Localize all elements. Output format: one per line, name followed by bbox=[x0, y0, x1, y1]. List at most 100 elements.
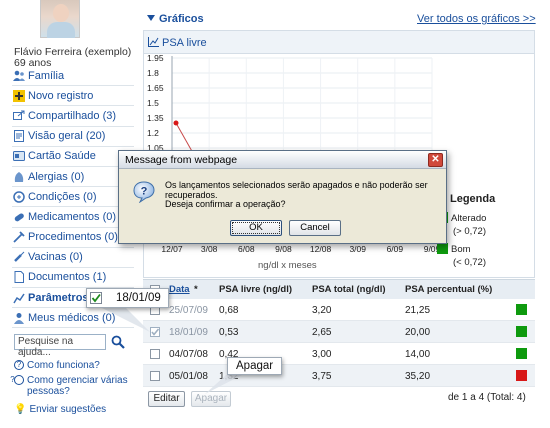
row-checkbox[interactable] bbox=[150, 349, 160, 359]
callout-delete: Apagar bbox=[227, 357, 282, 375]
row-psa-percent: 14,00 bbox=[405, 349, 431, 360]
confirm-dialog: Message from webpage ✕ ? Os lançamentos … bbox=[118, 150, 447, 244]
row-psa-total: 3,20 bbox=[312, 305, 332, 316]
chart-x-axis-label: ng/dl x meses bbox=[258, 260, 317, 271]
help-link-how-it-works[interactable]: ? Como funciona? bbox=[14, 360, 134, 371]
sidebar-item-procedimentos[interactable]: Procedimentos (0) bbox=[12, 228, 134, 248]
row-psa-free: 0,53 bbox=[219, 327, 239, 338]
sidebar-item-medicamentos[interactable]: Medicamentos (0) bbox=[12, 207, 134, 228]
row-psa-total: 3,00 bbox=[312, 349, 332, 360]
parameters-icon bbox=[12, 292, 25, 304]
user-avatar bbox=[40, 0, 80, 38]
sidebar-item-visao-geral[interactable]: Visão geral (20) bbox=[12, 127, 134, 147]
sidebar-item-label: Cartão Saúde bbox=[28, 150, 96, 163]
help-search-input[interactable]: Pesquise na ajuda... bbox=[14, 334, 106, 358]
help-link-manage-people[interactable]: ? Como gerenciar várias pessoas? bbox=[10, 375, 134, 397]
sidebar-item-vacinas[interactable]: Vacinas (0) bbox=[12, 248, 134, 268]
sidebar-item-label: Documentos (1) bbox=[28, 271, 107, 284]
sidebar-item-label: Família bbox=[28, 69, 65, 82]
sidebar: Flávio Ferreira (exemplo) 69 anos Famíli… bbox=[0, 0, 137, 428]
chart-icon bbox=[148, 37, 159, 47]
vaccine-icon bbox=[12, 251, 25, 263]
sidebar-item-alergias[interactable]: Alergias (0) bbox=[12, 167, 134, 188]
dialog-titlebar: Message from webpage ✕ bbox=[119, 151, 446, 169]
row-psa-free: 0,68 bbox=[219, 305, 239, 316]
family-icon bbox=[12, 70, 25, 82]
dialog-question: Deseja confirmar a operação? bbox=[165, 199, 286, 209]
ok-button[interactable]: OK bbox=[230, 220, 282, 236]
sidebar-item-condicoes[interactable]: Condições (0) bbox=[12, 187, 134, 208]
row-status-indicator bbox=[516, 348, 527, 359]
column-header-date[interactable]: Data bbox=[169, 284, 190, 295]
legend-range-altered: (> 0,72) bbox=[453, 226, 487, 237]
checkbox-checked-icon bbox=[90, 292, 102, 304]
svg-text:?: ? bbox=[141, 186, 148, 198]
row-psa-percent: 35,20 bbox=[405, 371, 431, 382]
row-psa-total: 3,75 bbox=[312, 371, 332, 382]
overview-icon bbox=[12, 130, 25, 143]
lightbulb-icon: 💡 bbox=[14, 404, 27, 415]
checkmark-icon bbox=[151, 328, 160, 336]
row-status-indicator bbox=[516, 304, 527, 315]
legend-label-altered: Alterado bbox=[451, 213, 487, 224]
column-header-psa-free: PSA livre (ng/dl) bbox=[219, 284, 293, 295]
sidebar-item-meus-medicos[interactable]: Meus médicos (0) bbox=[12, 308, 134, 329]
delete-button[interactable]: Apagar bbox=[191, 391, 231, 407]
see-all-charts-link[interactable]: Ver todos os gráficos >> bbox=[417, 13, 536, 25]
row-date: 18/01/09 bbox=[169, 327, 208, 338]
sidebar-item-compartilhado[interactable]: Compartilhado (3) bbox=[12, 106, 134, 127]
question-icon: ? bbox=[14, 360, 24, 370]
section-title-charts[interactable]: Gráficos bbox=[147, 13, 204, 25]
callout-date-label: 18/01/09 bbox=[116, 292, 161, 304]
help-link-label: Como funciona? bbox=[27, 360, 100, 371]
row-psa-percent: 21,25 bbox=[405, 305, 431, 316]
chart-title: PSA livre bbox=[162, 37, 207, 49]
document-icon bbox=[12, 271, 25, 284]
avatar-face bbox=[53, 4, 69, 22]
help-link-label: Como gerenciar várias pessoas? bbox=[27, 375, 128, 397]
legend-swatch-good bbox=[437, 243, 448, 254]
send-suggestions-label: Enviar sugestões bbox=[29, 404, 107, 415]
edit-button[interactable]: Editar bbox=[148, 391, 185, 407]
legend-range-good: (< 0,72) bbox=[453, 257, 487, 268]
dialog-title: Message from webpage bbox=[125, 154, 238, 166]
sidebar-item-label: Medicamentos (0) bbox=[28, 210, 117, 223]
card-icon bbox=[12, 150, 25, 162]
procedure-icon bbox=[12, 231, 25, 243]
row-psa-total: 2,65 bbox=[312, 327, 332, 338]
cancel-button[interactable]: Cancel bbox=[289, 220, 341, 236]
row-checkbox[interactable] bbox=[150, 327, 160, 337]
send-suggestions-link[interactable]: 💡 Enviar sugestões bbox=[14, 404, 134, 415]
callout-delete-label: Apagar bbox=[236, 360, 274, 372]
legend-title: Legenda bbox=[450, 193, 496, 205]
dialog-message: Os lançamentos selecionados serão apagad… bbox=[165, 180, 428, 200]
row-date: 25/07/09 bbox=[169, 305, 208, 316]
row-checkbox[interactable] bbox=[150, 371, 160, 381]
row-date: 04/07/08 bbox=[169, 349, 208, 360]
chart-header: PSA livre bbox=[144, 31, 534, 54]
close-icon[interactable]: ✕ bbox=[428, 153, 443, 167]
pill-icon bbox=[12, 211, 25, 223]
callout-date: 18/01/09 bbox=[86, 288, 169, 308]
column-header-psa-total: PSA total (ng/dl) bbox=[312, 284, 386, 295]
sidebar-item-label: Meus médicos (0) bbox=[28, 311, 116, 324]
sidebar-item-novo-registro[interactable]: Novo registro bbox=[12, 86, 134, 107]
legend-label-good: Bom bbox=[451, 244, 471, 255]
sidebar-item-cartao-saude[interactable]: Cartão Saúde bbox=[12, 147, 134, 167]
row-status-indicator bbox=[516, 326, 527, 337]
pagination-info: de 1 a 4 (Total: 4) bbox=[448, 392, 526, 403]
avatar-body bbox=[47, 22, 75, 38]
sidebar-item-label: Procedimentos (0) bbox=[28, 231, 118, 244]
collapse-triangle-icon bbox=[147, 15, 155, 21]
sidebar-item-label: Novo registro bbox=[28, 89, 94, 102]
sidebar-item-familia[interactable]: Família bbox=[12, 66, 134, 87]
question-icon: ? bbox=[10, 375, 24, 385]
sort-indicator: * bbox=[194, 284, 198, 295]
sidebar-item-documentos[interactable]: Documentos (1) bbox=[12, 268, 134, 289]
sidebar-item-label: Alergias (0) bbox=[28, 170, 85, 183]
question-icon: ? bbox=[133, 181, 155, 203]
sidebar-item-label: Condições (0) bbox=[28, 190, 97, 203]
search-icon[interactable] bbox=[111, 335, 125, 349]
condition-icon bbox=[12, 190, 25, 203]
sidebar-item-label: Visão geral (20) bbox=[28, 130, 106, 143]
